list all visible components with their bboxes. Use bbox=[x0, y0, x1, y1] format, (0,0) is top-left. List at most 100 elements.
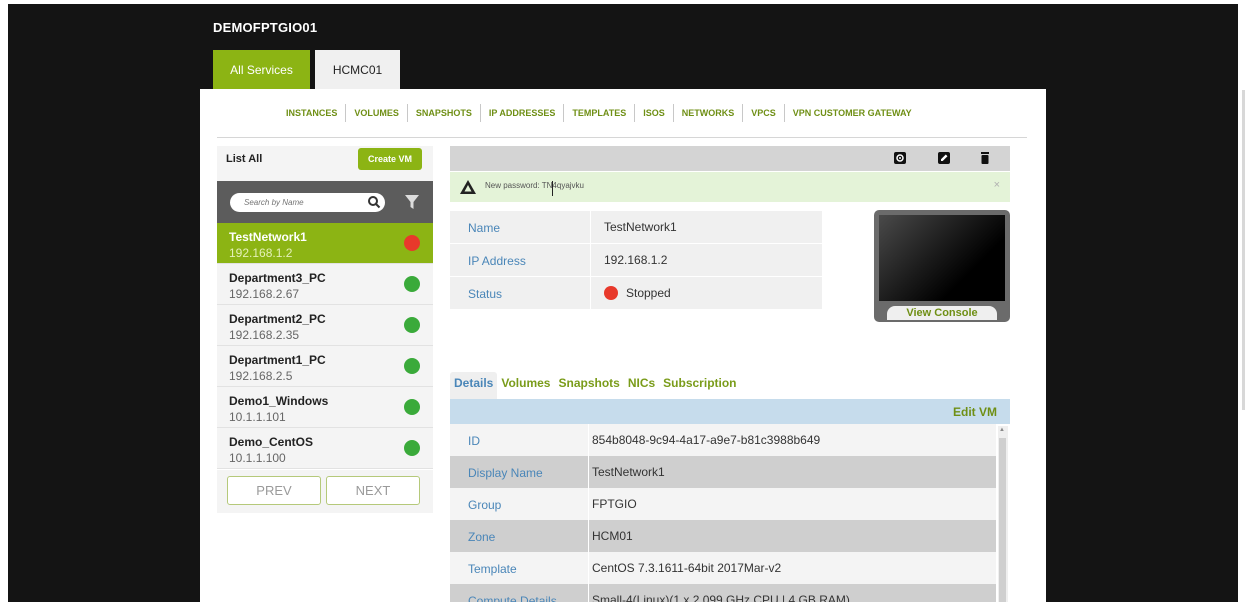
edit-bar: Edit VM bbox=[450, 399, 1010, 424]
nav-divider bbox=[217, 137, 1027, 138]
detail-label: Display Name bbox=[468, 466, 543, 480]
vm-name: TestNetwork1 bbox=[229, 230, 307, 244]
list-item[interactable]: Department3_PC 192.168.2.67 bbox=[217, 264, 433, 305]
list-item[interactable]: Demo_CentOS 10.1.1.100 bbox=[217, 428, 433, 469]
summary-label: Name bbox=[450, 211, 590, 243]
delete-icon[interactable] bbox=[978, 151, 992, 165]
search-input[interactable] bbox=[230, 193, 385, 212]
summary-value: 192.168.1.2 bbox=[590, 244, 822, 276]
table-row: Compute Details Small-4(Linux)(1 x 2.099… bbox=[450, 584, 996, 602]
detail-value: 854b8048-9c94-4a17-a9e7-b81c3988b649 bbox=[588, 424, 996, 456]
vm-ip: 10.1.1.101 bbox=[229, 410, 286, 424]
summary-row: Name TestNetwork1 bbox=[450, 211, 822, 244]
nav-snapshots[interactable]: SNAPSHOTS bbox=[406, 104, 480, 122]
detail-value: HCM01 bbox=[588, 520, 996, 552]
nav-volumes[interactable]: VOLUMES bbox=[345, 104, 407, 122]
detail-scrollbar-thumb[interactable] bbox=[999, 438, 1006, 602]
list-item[interactable]: TestNetwork1 192.168.1.2 bbox=[217, 223, 433, 264]
edit-icon[interactable] bbox=[937, 151, 951, 165]
summary-row: IP Address 192.168.1.2 bbox=[450, 244, 822, 277]
nav-instances[interactable]: INSTANCES bbox=[282, 104, 345, 122]
pager: PREV NEXT bbox=[217, 470, 433, 513]
vm-name: Demo_CentOS bbox=[229, 435, 314, 449]
list-title: List All bbox=[226, 153, 263, 165]
settings-icon[interactable] bbox=[893, 151, 907, 165]
vm-ip: 192.168.1.2 bbox=[229, 246, 293, 260]
nav-vpcs[interactable]: VPCS bbox=[742, 104, 784, 122]
vm-name: Department2_PC bbox=[229, 312, 326, 326]
detail-scrollbar[interactable]: ▲ bbox=[998, 426, 1008, 602]
status-running-icon bbox=[404, 276, 420, 292]
create-vm-button[interactable]: Create VM bbox=[358, 148, 422, 170]
tab-hcmc01[interactable]: HCMC01 bbox=[315, 50, 400, 89]
summary-value: TestNetwork1 bbox=[590, 211, 822, 243]
nav-ip-addresses[interactable]: IP ADDRESSES bbox=[479, 104, 564, 122]
detail-value: FPTGIO bbox=[588, 488, 996, 520]
tab-subscription[interactable]: Subscription bbox=[659, 372, 740, 399]
detail-value: CentOS 7.3.1611-64bit 2017Mar-v2 bbox=[588, 552, 996, 584]
status-running-icon bbox=[404, 440, 420, 456]
detail-table: ID 854b8048-9c94-4a17-a9e7-b81c3988b649 … bbox=[450, 424, 996, 602]
vm-name: Demo1_Windows bbox=[229, 394, 329, 408]
summary-table: Name TestNetwork1 IP Address 192.168.1.2… bbox=[450, 211, 822, 310]
status-value: Stopped bbox=[590, 277, 822, 309]
vm-ip: 192.168.2.35 bbox=[229, 328, 300, 342]
alert-message: New password: TN4qyajvku bbox=[485, 181, 585, 190]
vm-name: Department3_PC bbox=[229, 271, 326, 285]
list-item[interactable]: Department2_PC 192.168.2.35 bbox=[217, 305, 433, 346]
search-bar bbox=[217, 181, 433, 223]
status-text: Stopped bbox=[626, 286, 671, 300]
nav-templates[interactable]: TEMPLATES bbox=[563, 104, 634, 122]
page-scrollbar[interactable] bbox=[1238, 0, 1248, 602]
detail-tabs: Details Volumes Snapshots NICs Subscript… bbox=[450, 372, 741, 399]
detail-label: Template bbox=[468, 562, 517, 576]
console-thumbnail[interactable]: View Console bbox=[874, 210, 1010, 322]
scroll-up-icon[interactable]: ▲ bbox=[999, 427, 1005, 433]
list-header: List All Create VM bbox=[217, 146, 433, 181]
status-running-icon bbox=[404, 317, 420, 333]
summary-row: Status Stopped bbox=[450, 277, 822, 310]
detail-label: ID bbox=[468, 434, 480, 448]
status-running-icon bbox=[404, 399, 420, 415]
detail-value: Small-4(Linux)(1 x 2.099 GHz CPU | 4 GB … bbox=[588, 584, 996, 602]
next-button[interactable]: NEXT bbox=[326, 476, 420, 505]
page-scrollbar-thumb[interactable] bbox=[1242, 90, 1245, 410]
left-gutter bbox=[0, 0, 8, 602]
tab-snapshots[interactable]: Snapshots bbox=[554, 372, 623, 399]
prev-button[interactable]: PREV bbox=[227, 476, 321, 505]
vm-ip: 10.1.1.100 bbox=[229, 451, 286, 465]
tab-volumes[interactable]: Volumes bbox=[497, 372, 554, 399]
org-name: DEMOFPTGIO01 bbox=[213, 20, 318, 35]
table-row: Display Name TestNetwork1 bbox=[450, 456, 996, 488]
table-row: ID 854b8048-9c94-4a17-a9e7-b81c3988b649 bbox=[450, 424, 996, 456]
alert-bar: New password: TN4qyajvku × bbox=[450, 172, 1010, 202]
nav-vpn-customer-gateway[interactable]: VPN CUSTOMER GATEWAY bbox=[783, 104, 920, 122]
vm-ip: 192.168.2.67 bbox=[229, 287, 300, 301]
vm-ip: 192.168.2.5 bbox=[229, 369, 293, 383]
list-item[interactable]: Department1_PC 192.168.2.5 bbox=[217, 346, 433, 387]
summary-label: IP Address bbox=[450, 244, 590, 276]
edit-vm-link[interactable]: Edit VM bbox=[953, 405, 997, 419]
filter-icon[interactable] bbox=[405, 194, 419, 210]
search-icon[interactable] bbox=[367, 195, 381, 209]
list-item[interactable]: Demo1_Windows 10.1.1.101 bbox=[217, 387, 433, 428]
detail-label: Group bbox=[468, 498, 502, 512]
view-console-button[interactable]: View Console bbox=[887, 306, 997, 320]
tab-all-services[interactable]: All Services bbox=[213, 50, 310, 89]
text-cursor bbox=[552, 181, 553, 196]
nav-networks[interactable]: NETWORKS bbox=[672, 104, 743, 122]
warning-icon bbox=[460, 180, 476, 194]
tab-details[interactable]: Details bbox=[450, 372, 498, 399]
status-stopped-icon bbox=[604, 286, 618, 300]
nav-isos[interactable]: ISOS bbox=[634, 104, 673, 122]
service-nav: INSTANCES VOLUMES SNAPSHOTS IP ADDRESSES… bbox=[282, 104, 920, 122]
table-row: Zone HCM01 bbox=[450, 520, 996, 552]
vm-list: TestNetwork1 192.168.1.2 Department3_PC … bbox=[217, 223, 433, 469]
summary-label: Status bbox=[450, 277, 590, 309]
status-running-icon bbox=[404, 358, 420, 374]
table-row: Template CentOS 7.3.1611-64bit 2017Mar-v… bbox=[450, 552, 996, 584]
action-bar bbox=[450, 146, 1010, 171]
console-screen[interactable] bbox=[879, 215, 1005, 301]
tab-nics[interactable]: NICs bbox=[624, 372, 659, 399]
close-icon[interactable]: × bbox=[994, 179, 1000, 191]
